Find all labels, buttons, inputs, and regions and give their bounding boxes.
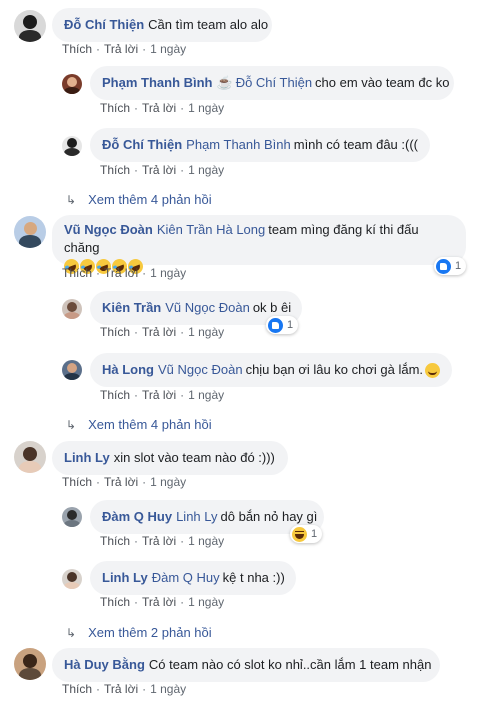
- timestamp[interactable]: 1 ngày: [150, 42, 186, 56]
- comment-actions: Thích · Trả lời · 1 ngày: [62, 266, 187, 280]
- timestamp[interactable]: 1 ngày: [188, 534, 224, 548]
- avatar[interactable]: [14, 441, 46, 473]
- mention-tag[interactable]: Đàm Q Huy: [152, 570, 220, 585]
- avatar[interactable]: [62, 74, 82, 94]
- like-icon: [268, 317, 283, 333]
- mention-tag[interactable]: Linh Ly: [176, 509, 217, 524]
- haha-icon: [292, 526, 307, 542]
- reply-author[interactable]: Hà Long: [102, 362, 154, 377]
- reply-text: mình có team đâu :(((: [293, 137, 419, 152]
- avatar[interactable]: [14, 648, 46, 680]
- like-link[interactable]: Thích: [100, 388, 130, 402]
- like-link[interactable]: Thích: [62, 682, 92, 696]
- mention-tag[interactable]: Vũ Ngọc Đoàn: [165, 300, 250, 315]
- reply-link[interactable]: Trả lời: [104, 266, 138, 280]
- timestamp[interactable]: 1 ngày: [188, 388, 224, 402]
- timestamp[interactable]: 1 ngày: [150, 682, 186, 696]
- comment-text: xin slot vào team nào đó :))): [113, 450, 275, 465]
- comment-text: Có team nào có slot ko nhỉ..cần lắm 1 te…: [148, 657, 432, 672]
- view-more-replies[interactable]: ↳ Xem thêm 2 phản hồi: [66, 625, 212, 640]
- reply-bubble: Linh Ly Đàm Q Huy kệ t nha :)): [90, 561, 296, 595]
- comment-bubble: Hà Duy Bằng Có team nào có slot ko nhỉ..c…: [52, 648, 440, 682]
- reply-link[interactable]: Trả lời: [104, 475, 138, 489]
- mention-tag[interactable]: Kiên Trần Hà Long: [157, 222, 265, 237]
- reply-link[interactable]: Trả lời: [142, 534, 176, 548]
- like-link[interactable]: Thích: [100, 595, 130, 609]
- reply-text: ok b êi: [252, 300, 292, 315]
- reply-bubble: Đỗ Chí Thiện Phạm Thanh Bình mình có team …: [90, 128, 430, 162]
- reply-actions: Thích · Trả lời · 1 ngày: [100, 325, 225, 339]
- reply-link[interactable]: Trả lời: [142, 325, 176, 339]
- avatar[interactable]: [14, 10, 46, 42]
- comment-author[interactable]: Linh Ly: [64, 450, 110, 465]
- reply-link[interactable]: Trả lời: [142, 101, 176, 115]
- avatar[interactable]: [62, 569, 82, 589]
- comment-author[interactable]: Vũ Ngọc Đoàn: [64, 222, 153, 237]
- avatar[interactable]: [62, 136, 82, 156]
- like-link[interactable]: Thích: [100, 163, 130, 177]
- comment-bubble: Linh Ly xin slot vào team nào đó :))): [52, 441, 288, 475]
- reply-link[interactable]: Trả lời: [142, 163, 176, 177]
- avatar[interactable]: [62, 360, 82, 380]
- reply-actions: Thích · Trả lời · 1 ngày: [100, 534, 225, 548]
- comment-author[interactable]: Hà Duy Bằng: [64, 657, 145, 672]
- comment-bubble: Vũ Ngọc Đoàn Kiên Trần Hà Long team mìng đ…: [52, 215, 466, 277]
- coffee-icon: ☕: [216, 75, 233, 90]
- timestamp[interactable]: 1 ngày: [188, 325, 224, 339]
- reply-bubble: Đàm Q Huy Linh Ly dô bắn nỏ hay gì: [90, 500, 324, 534]
- reply-bubble: Phạm Thanh Bình ☕ Đỗ Chí Thiện cho em vào t…: [90, 66, 454, 100]
- reaction-badge[interactable]: 1: [266, 316, 299, 334]
- like-link[interactable]: Thích: [62, 475, 92, 489]
- view-more-replies[interactable]: ↳ Xem thêm 4 phản hồi: [66, 417, 212, 432]
- timestamp[interactable]: 1 ngày: [188, 101, 224, 115]
- reply-link[interactable]: Trả lời: [104, 682, 138, 696]
- like-link[interactable]: Thích: [100, 534, 130, 548]
- avatar[interactable]: [14, 216, 46, 248]
- reply-author[interactable]: Đỗ Chí Thiện: [102, 137, 182, 152]
- comment-actions: Thích · Trả lời · 1 ngày: [62, 475, 187, 489]
- like-link[interactable]: Thích: [100, 101, 130, 115]
- like-link[interactable]: Thích: [100, 325, 130, 339]
- like-link[interactable]: Thích: [62, 42, 92, 56]
- comment-bubble: Đỗ Chí Thiện Cần tìm team alo alo: [52, 8, 272, 42]
- like-icon: [436, 258, 451, 274]
- reply-actions: Thích · Trả lời · 1 ngày: [100, 101, 225, 115]
- timestamp[interactable]: 1 ngày: [188, 163, 224, 177]
- comment-text: Cần tìm team alo alo: [148, 17, 269, 32]
- timestamp[interactable]: 1 ngày: [150, 475, 186, 489]
- comment-actions: Thích · Trả lời · 1 ngày: [62, 682, 187, 696]
- reply-actions: Thích · Trả lời · 1 ngày: [100, 388, 225, 402]
- reply-bubble: Hà Long Vũ Ngọc Đoàn chịu bạn ơi lâu ko ch…: [90, 353, 452, 387]
- like-link[interactable]: Thích: [62, 266, 92, 280]
- reply-actions: Thích · Trả lời · 1 ngày: [100, 163, 225, 177]
- timestamp[interactable]: 1 ngày: [150, 266, 186, 280]
- reply-author[interactable]: Linh Ly: [102, 570, 148, 585]
- reply-link[interactable]: Trả lời: [142, 388, 176, 402]
- reply-text: kệ t nha :)): [222, 570, 285, 585]
- reaction-badge[interactable]: 1: [290, 525, 323, 543]
- reply-link[interactable]: Trả lời: [142, 595, 176, 609]
- comment-actions: Thích · Trả lời · 1 ngày: [62, 42, 187, 56]
- mention-tag[interactable]: Đỗ Chí Thiện: [236, 75, 312, 90]
- reply-link[interactable]: Trả lời: [104, 42, 138, 56]
- reply-arrow-icon: ↳: [66, 626, 77, 640]
- reply-author[interactable]: Kiên Trần: [102, 300, 161, 315]
- smile-emoji-icon: [425, 363, 441, 379]
- reply-text: dô bắn nỏ hay gì: [220, 509, 318, 524]
- avatar[interactable]: [62, 507, 82, 527]
- avatar[interactable]: [62, 299, 82, 319]
- view-more-replies[interactable]: ↳ Xem thêm 4 phản hồi: [66, 192, 212, 207]
- reply-text: chịu bạn ơi lâu ko chơi gà lắm.: [245, 362, 424, 377]
- mention-tag[interactable]: Phạm Thanh Bình: [186, 137, 291, 152]
- reply-actions: Thích · Trả lời · 1 ngày: [100, 595, 225, 609]
- timestamp[interactable]: 1 ngày: [188, 595, 224, 609]
- reply-text: cho em vào team đc ko: [315, 75, 450, 90]
- reaction-badge[interactable]: 1: [434, 257, 467, 275]
- reply-arrow-icon: ↳: [66, 418, 77, 432]
- comment-author[interactable]: Đỗ Chí Thiện: [64, 17, 144, 32]
- reply-author[interactable]: Phạm Thanh Bình: [102, 75, 213, 90]
- mention-tag[interactable]: Vũ Ngọc Đoàn: [158, 362, 243, 377]
- reply-arrow-icon: ↳: [66, 193, 77, 207]
- reply-author[interactable]: Đàm Q Huy: [102, 509, 172, 524]
